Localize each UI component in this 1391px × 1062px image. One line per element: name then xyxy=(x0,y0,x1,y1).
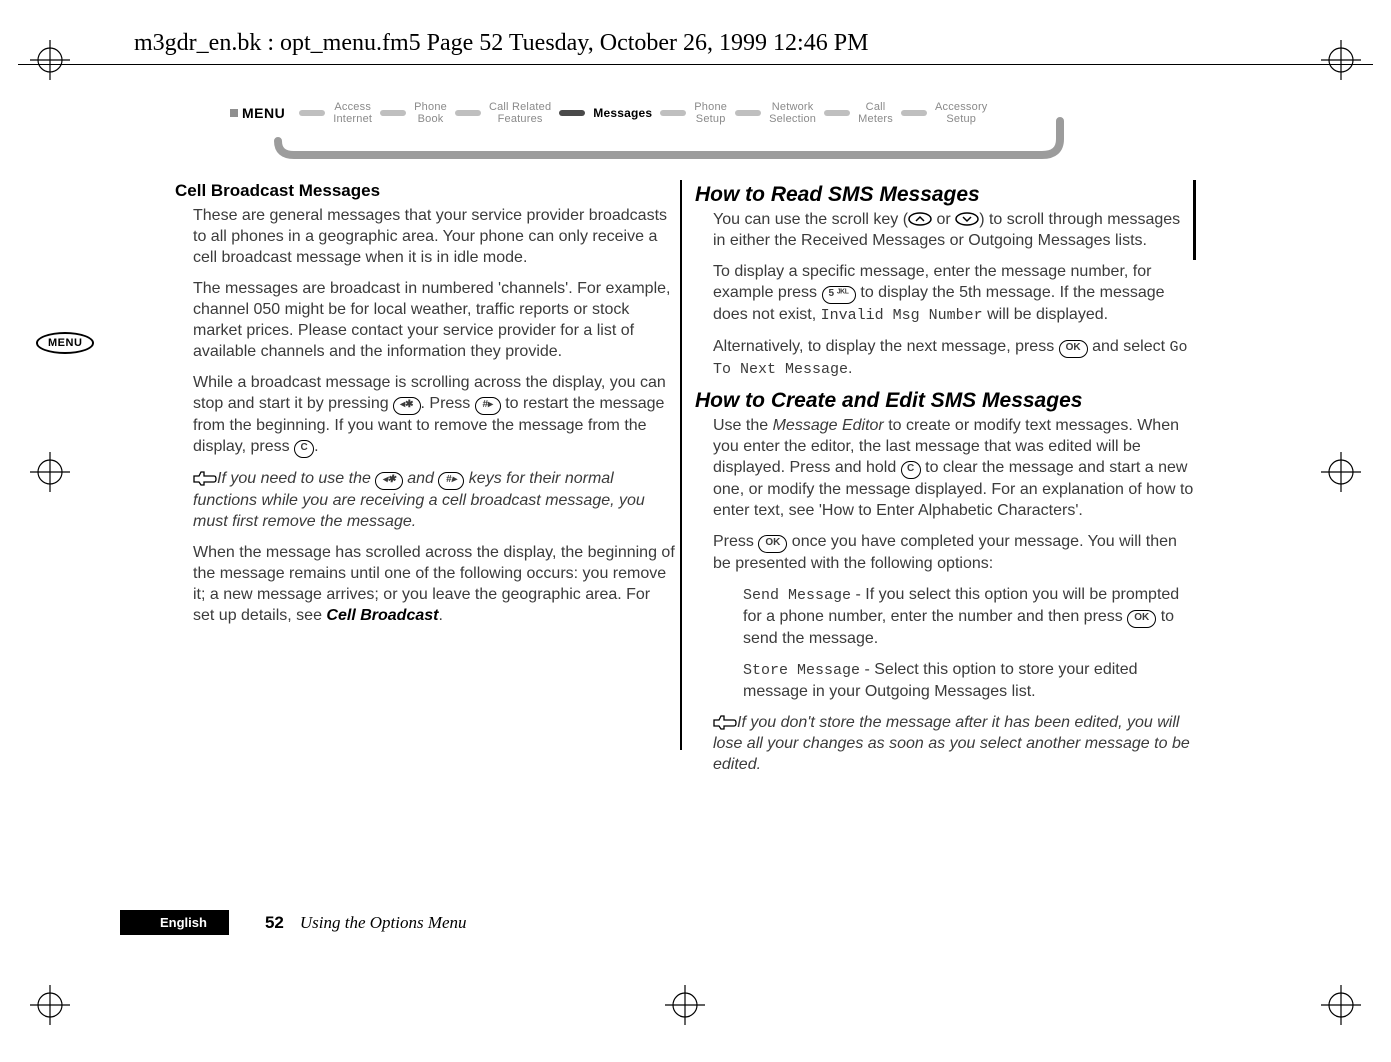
language-badge: English xyxy=(120,910,229,935)
section-title: Using the Options Menu xyxy=(300,913,467,933)
crumb-phone-setup: PhoneSetup xyxy=(690,101,731,125)
star-key-icon: ◂✱ xyxy=(375,472,402,490)
crumb-messages: Messages xyxy=(589,107,656,119)
framemaker-header: m3gdr_en.bk : opt_menu.fm5 Page 52 Tuesd… xyxy=(134,30,868,57)
option-send-message: Send Message - If you select this option… xyxy=(743,584,1195,649)
ok-key-icon: OK xyxy=(1059,340,1088,358)
pointing-hand-icon xyxy=(193,470,217,487)
body-text: To display a specific message, enter the… xyxy=(713,261,1195,326)
right-column: How to Read SMS Messages You can use the… xyxy=(695,180,1195,785)
note-text: If you don't store the message after it … xyxy=(713,712,1195,775)
menu-pill-icon: MENU xyxy=(36,333,94,351)
crumb-access-internet: AccessInternet xyxy=(329,101,376,125)
scroll-down-key-icon xyxy=(955,211,979,228)
hash-key-icon: #▸ xyxy=(438,472,464,490)
crumb-accessory-setup: AccessorySetup xyxy=(931,101,992,125)
ok-key-icon: OK xyxy=(758,535,787,553)
crop-mark-icon xyxy=(30,452,70,492)
pointing-hand-icon xyxy=(713,714,737,731)
body-text: While a broadcast message is scrolling a… xyxy=(193,372,675,458)
scroll-up-key-icon xyxy=(908,211,932,228)
crumb-network-selection: NetworkSelection xyxy=(765,101,820,125)
menu-label: MENU xyxy=(230,105,285,121)
page-number: 52 xyxy=(265,913,284,933)
crop-mark-icon xyxy=(1321,452,1361,492)
page-footer: English 52 Using the Options Menu xyxy=(120,910,467,935)
crumb-phone-book: PhoneBook xyxy=(410,101,451,125)
c-key-icon: C xyxy=(294,440,314,458)
crop-mark-icon xyxy=(30,40,70,80)
heading-create-sms: How to Create and Edit SMS Messages xyxy=(695,390,1195,411)
note-text: If you need to use the ◂✱ and #▸ keys fo… xyxy=(193,468,675,532)
body-text: Press OK once you have completed your me… xyxy=(713,531,1195,574)
body-text: The messages are broadcast in numbered '… xyxy=(193,278,675,362)
c-key-icon: C xyxy=(901,461,921,479)
ok-key-icon: OK xyxy=(1127,610,1156,628)
menu-breadcrumb: MENU AccessInternet PhoneBook Call Relat… xyxy=(230,95,1100,165)
five-key-icon: 5 ᴶᴷᴸ xyxy=(822,286,856,304)
hash-key-icon: #▸ xyxy=(475,397,501,415)
left-column: Cell Broadcast Messages These are genera… xyxy=(175,180,675,636)
heading-cell-broadcast: Cell Broadcast Messages xyxy=(175,180,675,201)
body-text: Use the Message Editor to create or modi… xyxy=(713,415,1195,521)
body-text: You can use the scroll key ( or ) to scr… xyxy=(713,209,1195,251)
body-text: When the message has scrolled across the… xyxy=(193,542,675,626)
crop-mark-icon xyxy=(665,985,705,1025)
body-text: Alternatively, to display the next messa… xyxy=(713,336,1195,380)
crumb-call-related: Call RelatedFeatures xyxy=(485,101,555,125)
crop-mark-icon xyxy=(1321,985,1361,1025)
crop-mark-icon xyxy=(1321,40,1361,80)
header-rule xyxy=(18,64,1373,65)
body-text: These are general messages that your ser… xyxy=(193,205,675,268)
heading-read-sms: How to Read SMS Messages xyxy=(695,184,1195,205)
column-divider xyxy=(680,180,682,750)
option-store-message: Store Message - Select this option to st… xyxy=(743,659,1195,702)
star-key-icon: ◂✱ xyxy=(393,397,420,415)
crumb-call-meters: CallMeters xyxy=(854,101,897,125)
crop-mark-icon xyxy=(30,985,70,1025)
